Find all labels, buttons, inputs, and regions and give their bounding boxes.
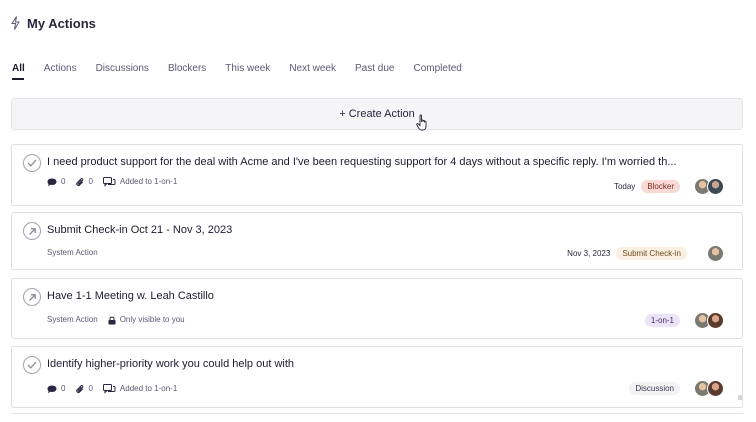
check-circle-icon[interactable] — [23, 356, 41, 374]
tab-next-week[interactable]: Next week — [289, 63, 336, 78]
due-date: Nov 3, 2023 — [567, 249, 611, 258]
tab-actions[interactable]: Actions — [44, 63, 77, 78]
tab-this-week[interactable]: This week — [225, 63, 270, 78]
comment-count[interactable]: 0 — [47, 383, 65, 395]
due-date: Today — [613, 182, 636, 191]
tab-blockers[interactable]: Blockers — [168, 63, 206, 78]
tab-completed[interactable]: Completed — [413, 63, 461, 78]
create-action-label: + Create Action — [339, 108, 415, 120]
action-meta: 0 0 Added to 1-on-1 — [47, 176, 177, 188]
tab-discussions[interactable]: Discussions — [96, 63, 149, 78]
avatar — [707, 380, 724, 397]
avatar — [707, 312, 724, 329]
lock-icon — [108, 316, 116, 324]
action-right: Discussion — [629, 380, 724, 397]
bolt-icon — [11, 15, 21, 31]
action-title[interactable]: Submit Check-in Oct 21 - Nov 3, 2023 — [47, 222, 232, 238]
action-card[interactable]: I need product support for the deal with… — [11, 144, 743, 206]
status-badge: 1-on-1 — [644, 314, 680, 327]
action-card[interactable]: Have 1-1 Meeting w. Leah Castillo System… — [11, 278, 743, 339]
action-source: System Action — [47, 315, 98, 324]
filter-tabs: All Actions Discussions Blockers This we… — [12, 63, 462, 78]
chat-bubbles-icon — [102, 384, 116, 394]
action-title[interactable]: I need product support for the deal with… — [47, 154, 677, 170]
added-to-meeting[interactable]: Added to 1-on-1 — [102, 383, 177, 395]
action-card[interactable]: Identify higher-priority work you could … — [11, 346, 743, 408]
visibility-note: Only visible to you — [108, 314, 185, 326]
attachment-count[interactable]: 0 — [75, 383, 93, 395]
avatar-group[interactable] — [694, 380, 724, 397]
action-meta: 0 0 Added to 1-on-1 — [47, 383, 177, 395]
arrow-circle-icon[interactable] — [23, 288, 41, 306]
avatar — [707, 178, 724, 195]
action-meta: System Action Only visible to you — [47, 314, 185, 326]
tab-all[interactable]: All — [12, 63, 25, 78]
action-right: 1-on-1 — [644, 312, 724, 329]
action-source: System Action — [47, 248, 98, 257]
check-circle-icon[interactable] — [23, 154, 41, 172]
avatar — [707, 245, 724, 262]
paperclip-icon — [76, 385, 84, 394]
comment-count[interactable]: 0 — [47, 176, 65, 188]
status-badge: Submit Check-in — [616, 247, 687, 260]
action-card[interactable]: Submit Check-in Oct 21 - Nov 3, 2023 Sys… — [11, 212, 743, 270]
create-action-button[interactable]: + Create Action — [11, 98, 743, 130]
action-right: Today Blocker — [614, 178, 724, 195]
attachment-count[interactable]: 0 — [75, 176, 93, 188]
action-title[interactable]: Have 1-1 Meeting w. Leah Castillo — [47, 288, 214, 304]
tab-active-underline — [12, 78, 24, 80]
comment-icon — [47, 385, 57, 393]
added-to-meeting[interactable]: Added to 1-on-1 — [102, 176, 177, 188]
page-header: My Actions — [11, 14, 96, 32]
action-right: Nov 3, 2023 Submit Check-in — [567, 245, 724, 262]
comment-icon — [47, 178, 57, 186]
scrollbar-thumb[interactable] — [738, 395, 742, 400]
tab-past-due[interactable]: Past due — [355, 63, 394, 78]
page-title: My Actions — [27, 15, 96, 31]
list-divider — [11, 413, 743, 414]
avatar-group[interactable] — [694, 178, 724, 195]
action-title[interactable]: Identify higher-priority work you could … — [47, 356, 294, 372]
chat-bubbles-icon — [102, 177, 116, 187]
paperclip-icon — [76, 178, 84, 187]
avatar-group[interactable] — [694, 312, 724, 329]
status-badge: Discussion — [629, 382, 680, 395]
hand-cursor-icon — [416, 114, 430, 132]
action-meta: System Action — [47, 247, 98, 259]
avatar-group[interactable] — [707, 245, 724, 262]
status-badge: Blocker — [641, 180, 680, 193]
arrow-circle-icon[interactable] — [23, 222, 41, 240]
